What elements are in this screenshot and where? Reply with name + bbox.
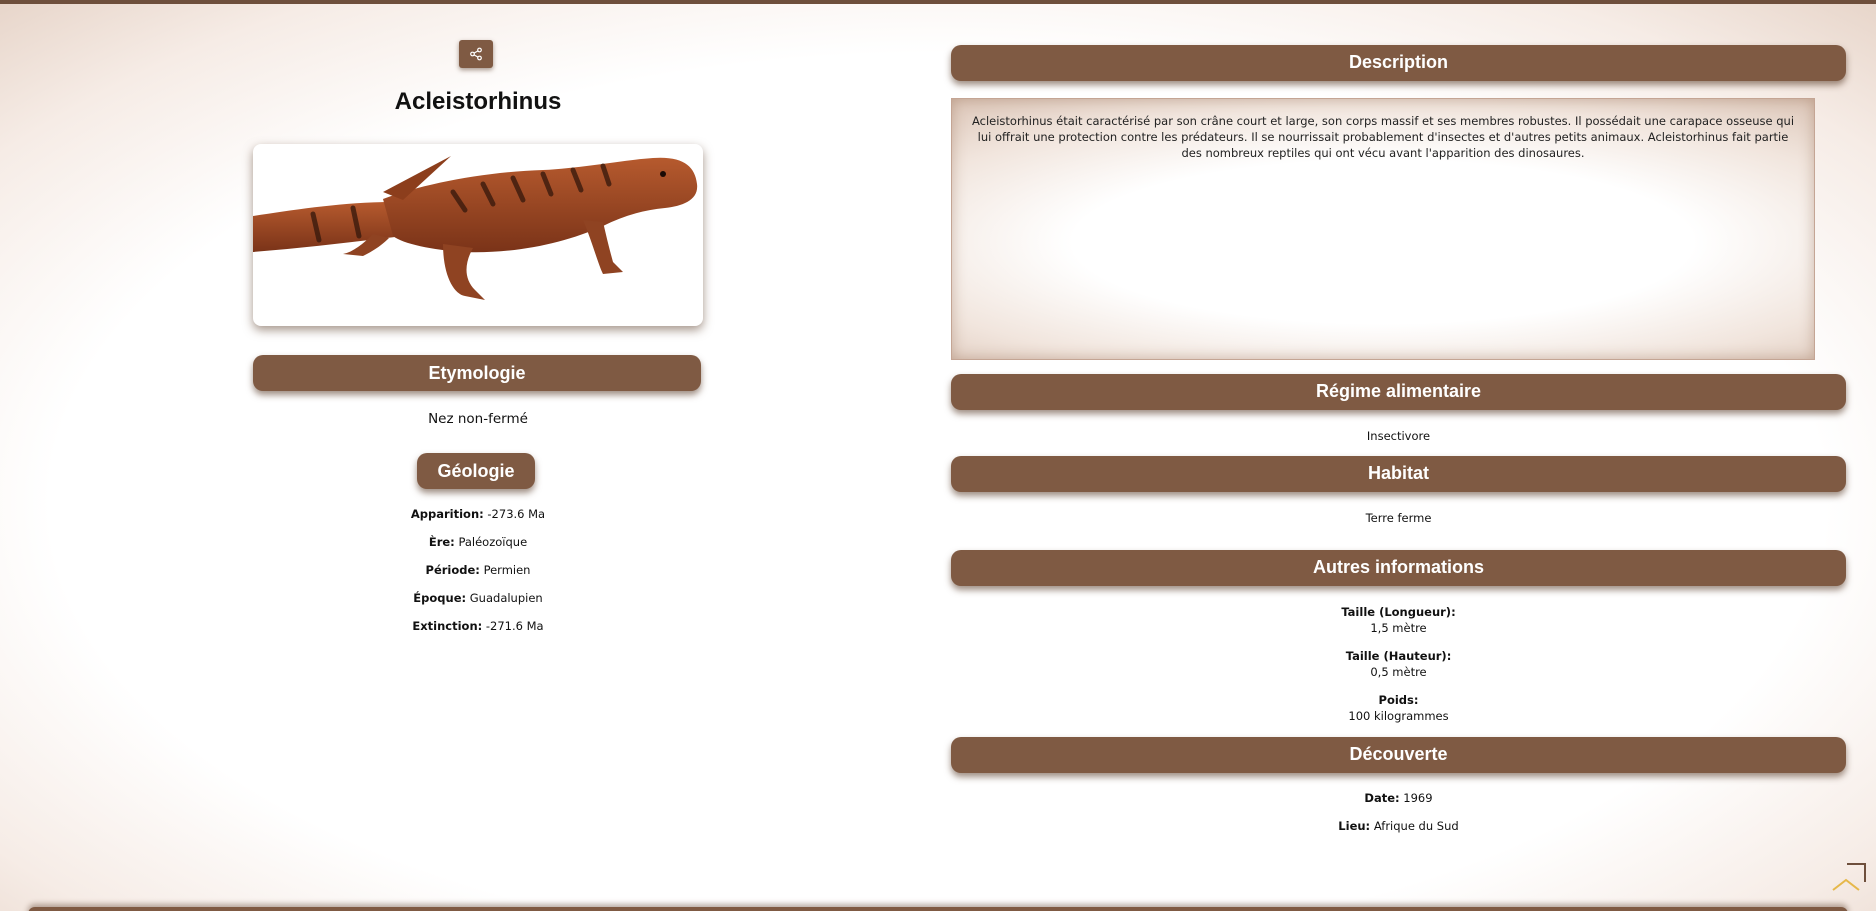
diet-heading: Régime alimentaire	[951, 374, 1846, 410]
description-heading: Description	[951, 45, 1846, 81]
geology-heading: Géologie	[417, 453, 535, 489]
description-text: Acleistorhinus était caractérisé par son…	[951, 98, 1815, 360]
geology-label: Apparition:	[410, 507, 484, 521]
other-info-value: 0,5 mètre	[1370, 665, 1427, 679]
other-info-label: Poids:	[1378, 693, 1419, 707]
discovery-heading: Découverte	[951, 737, 1846, 773]
share-button[interactable]	[459, 40, 493, 68]
geology-label: Extinction:	[412, 619, 483, 633]
geology-label: Époque:	[413, 591, 467, 605]
discovery-value: Afrique du Sud	[1373, 819, 1459, 833]
other-info-value: 1,5 mètre	[1370, 621, 1427, 635]
geology-value: Permien	[483, 563, 531, 577]
discovery-row: Lieu: Afrique du Sud	[951, 819, 1846, 833]
geology-value: -271.6 Ma	[485, 619, 544, 633]
etymology-heading: Etymologie	[253, 355, 701, 391]
other-info-label: Taille (Longueur):	[1341, 605, 1456, 619]
geology-row: Apparition: -273.6 Ma	[253, 507, 703, 521]
discovery-label: Date:	[1364, 791, 1400, 805]
other-info-row: Poids: 100 kilogrammes	[951, 693, 1846, 723]
geology-value: Guadalupien	[469, 591, 543, 605]
discovery-row: Date: 1969	[951, 791, 1846, 805]
other-info-value: 100 kilogrammes	[1348, 709, 1449, 723]
geology-value: -273.6 Ma	[487, 507, 546, 521]
habitat-heading: Habitat	[951, 456, 1846, 492]
other-info-row: Taille (Hauteur): 0,5 mètre	[951, 649, 1846, 679]
discovery-label: Lieu:	[1338, 819, 1371, 833]
etymology-value: Nez non-fermé	[428, 411, 528, 427]
scroll-top-button[interactable]	[1829, 862, 1867, 898]
page: Acleistorhinus Etymologie Nez non-fermé …	[0, 0, 1876, 911]
other-info-heading: Autres informations	[951, 550, 1846, 586]
discovery-value: 1969	[1403, 791, 1433, 805]
share-icon	[470, 47, 482, 61]
geology-row: Période: Permien	[253, 563, 703, 577]
chevron-up-icon	[1832, 863, 1866, 891]
geology-row: Extinction: -271.6 Ma	[253, 619, 703, 633]
footer-bar	[28, 907, 1848, 911]
geology-value: Paléozoïque	[458, 535, 528, 549]
geology-label: Ère:	[428, 535, 455, 549]
page-title: Acleistorhinus	[394, 88, 562, 115]
other-info-row: Taille (Longueur): 1,5 mètre	[951, 605, 1846, 635]
geology-label: Période:	[425, 563, 480, 577]
species-image	[253, 144, 703, 326]
habitat-value: Terre ferme	[1365, 511, 1432, 525]
diet-value: Insectivore	[1366, 429, 1431, 443]
geology-row: Ère: Paléozoïque	[253, 535, 703, 549]
other-info-label: Taille (Hauteur):	[1345, 649, 1452, 663]
geology-row: Époque: Guadalupien	[253, 591, 703, 605]
